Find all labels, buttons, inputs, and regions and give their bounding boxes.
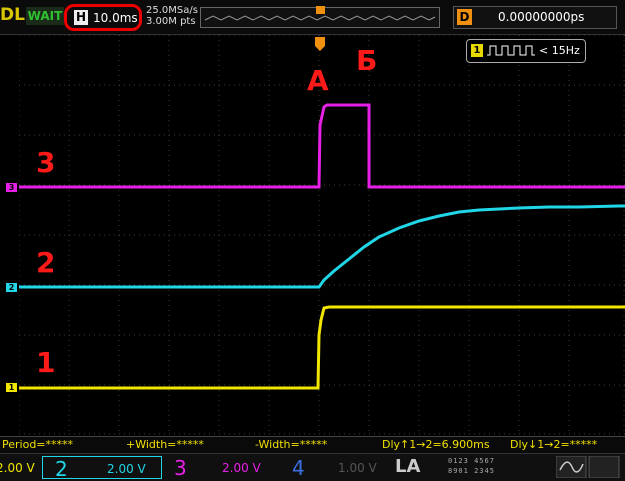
- frequency-counter[interactable]: 1 < 15Hz: [466, 39, 586, 63]
- ch2-tab[interactable]: 2 2.00 V: [42, 456, 162, 481]
- annotation-trace-2: 2: [36, 246, 56, 279]
- meas-period[interactable]: Period=*****: [2, 438, 73, 451]
- timebase-control[interactable]: H 10.0ms: [64, 4, 142, 31]
- measurement-bar: Period=***** +Width=***** -Width=***** D…: [0, 436, 625, 453]
- ch2-offset-marker[interactable]: 2: [6, 283, 17, 292]
- ch3-tab[interactable]: 3 2.00 V: [170, 456, 280, 480]
- ch3-trace: [19, 103, 625, 189]
- delay-value: 0.00000000ps: [498, 10, 585, 24]
- meas-delay-fall[interactable]: Dly↓1→2=*****: [510, 438, 597, 451]
- ch3-offset-marker[interactable]: 3: [6, 183, 17, 192]
- ch2-trace: [19, 204, 625, 289]
- ch3-number: 3: [174, 456, 187, 480]
- ch2-scale: 2.00 V: [107, 462, 146, 476]
- ch4-scale: 1.00 V: [338, 461, 377, 475]
- ch3-scale: 2.00 V: [222, 461, 261, 475]
- ch1-scale: 2.00 V: [0, 461, 35, 475]
- ch1-tab[interactable]: 2.00 V: [0, 456, 40, 479]
- memory-depth: 3.00M pts: [146, 16, 196, 27]
- la-digits-bottom: 8901 2345: [448, 467, 495, 475]
- timebase-value: 10.0ms: [93, 11, 138, 25]
- counter-value: < 15Hz: [539, 44, 580, 57]
- top-status-bar: DL WAIT H 10.0ms 25.0MSa/s 3.00M pts D 0…: [0, 0, 625, 35]
- meas-pos-width[interactable]: +Width=*****: [126, 438, 204, 451]
- ch4-number: 4: [292, 456, 305, 480]
- ch1-offset-marker[interactable]: 1: [6, 383, 17, 392]
- waveform-menu-icon[interactable]: [556, 456, 622, 478]
- brand-logo: DL: [0, 5, 25, 25]
- delay-control[interactable]: D 0.00000000ps: [453, 6, 617, 29]
- trigger-position-icon: [316, 6, 325, 14]
- annotation-trace-1: 1: [36, 346, 56, 379]
- square-wave-icon: [487, 45, 535, 56]
- ch4-tab[interactable]: 4 1.00 V: [288, 456, 388, 480]
- delay-label: D: [457, 9, 472, 25]
- horizontal-label: H: [74, 10, 88, 25]
- ch1-trace: [19, 305, 625, 390]
- logic-analyzer-label[interactable]: LA: [395, 456, 420, 477]
- run-status-badge[interactable]: WAIT: [26, 7, 64, 25]
- ch2-number: 2: [55, 457, 68, 481]
- counter-channel: 1: [471, 44, 483, 57]
- annotation-b: Б: [356, 44, 378, 77]
- annotation-a: А: [307, 64, 329, 97]
- acquisition-info: 25.0MSa/s 3.00M pts: [146, 5, 198, 27]
- meas-neg-width[interactable]: -Width=*****: [255, 438, 327, 451]
- sample-rate: 25.0MSa/s: [146, 5, 198, 16]
- annotation-trace-3: 3: [36, 146, 56, 179]
- la-digits-top: 0123 4567: [448, 457, 495, 465]
- trigger-marker-icon: [315, 37, 325, 52]
- logic-analyzer-digits: 0123 4567 8901 2345: [448, 456, 536, 476]
- meas-delay-rise[interactable]: Dly↑1→2=6.900ms: [382, 438, 490, 451]
